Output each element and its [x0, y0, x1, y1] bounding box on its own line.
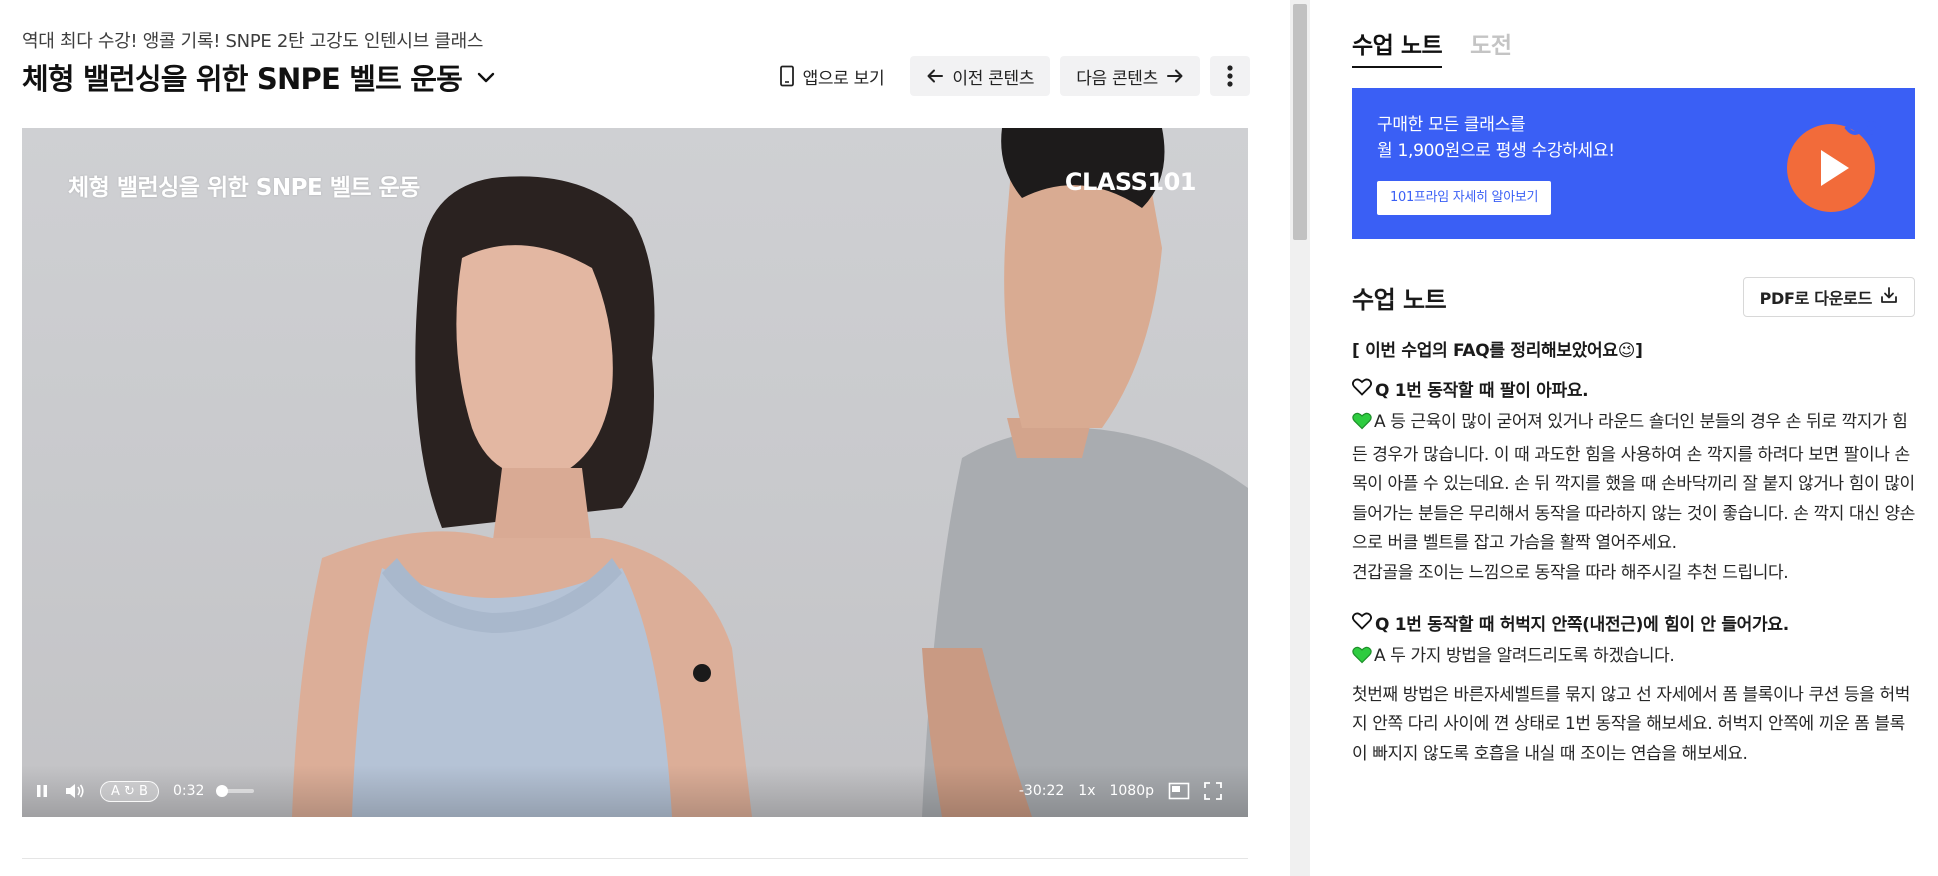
green-heart-icon [1352, 645, 1372, 675]
volume-icon[interactable] [64, 782, 86, 800]
progress-bar[interactable] [216, 785, 255, 797]
fullscreen-icon[interactable] [1204, 782, 1222, 800]
speed-button[interactable]: 1x [1078, 783, 1095, 799]
progress-handle[interactable] [216, 785, 229, 797]
next-content-label: 다음 콘텐츠 [1076, 68, 1158, 89]
video-player[interactable]: 체형 밸런싱을 위한 SNPE 벨트 운동 CLASS101 A ↻ B 0:3… [22, 128, 1248, 817]
banner-line-1: 구매한 모든 클래스를 [1377, 115, 1526, 135]
quality-button[interactable]: 1080p [1109, 783, 1154, 799]
prime-details-button[interactable]: 101프라임 자세히 알아보기 [1377, 181, 1552, 215]
green-heart-icon [1352, 411, 1372, 441]
main-scrollbar[interactable] [1290, 0, 1310, 876]
app-view-button[interactable]: 앱으로 보기 [763, 56, 901, 96]
class101-logo: CLASS101 [1064, 168, 1197, 196]
faq-question: Q 1번 동작할 때 팔이 아파요. [1352, 374, 1915, 408]
faq-question-text: Q 1번 동작할 때 팔이 아파요. [1375, 381, 1589, 401]
lesson-title-row[interactable]: 체형 밸런싱을 위한 SNPE 벨트 운동 [22, 56, 498, 98]
picture-in-picture-icon[interactable] [1168, 782, 1190, 800]
faq-intro: [ 이번 수업의 FAQ를 정리해보았어요😉] [1352, 341, 1643, 361]
video-caption: 체형 밸런싱을 위한 SNPE 벨트 운동 [68, 175, 420, 201]
video-controls: A ↻ B 0:32 -30:22 1x 1080p [22, 765, 1248, 817]
download-icon [1880, 286, 1898, 308]
arrow-left-icon [926, 67, 944, 85]
prime-promo-banner[interactable]: 구매한 모든 클래스를 월 1,900원으로 평생 수강하세요! 101프라임 … [1352, 88, 1915, 239]
tab-class-notes[interactable]: 수업 노트 [1352, 26, 1443, 68]
ab-repeat-button[interactable]: A ↻ B [100, 780, 159, 802]
notes-header: 수업 노트 PDF로 다운로드 [1352, 276, 1915, 318]
faq-answer-extra: 첫번째 방법은 바른자세벨트를 묶지 않고 선 자세에서 폼 블록이나 쿠션 등… [1352, 684, 1910, 764]
faq-answer-extra: 견갑골을 조이는 느낌으로 동작을 따라 해주시길 추천 드립니다. [1352, 562, 1789, 583]
content-divider [22, 858, 1248, 859]
faq-question-text: Q 1번 동작할 때 허벅지 안쪽(내전근)에 힘이 안 들어가요. [1375, 615, 1789, 635]
next-content-button[interactable]: 다음 콘텐츠 [1060, 56, 1200, 96]
phone-icon [779, 65, 795, 87]
faq-answer-text: A 두 가지 방법을 알려드리도록 하겠습니다. [1374, 646, 1675, 666]
more-options-button[interactable] [1210, 56, 1250, 96]
banner-line-2: 월 1,900원으로 평생 수강하세요! [1377, 141, 1615, 161]
notes-title: 수업 노트 [1352, 285, 1447, 314]
video-frame-image [292, 128, 1248, 817]
tab-challenge[interactable]: 도전 [1470, 26, 1512, 68]
faq-answer-text: A 등 근육이 많이 굳어져 있거나 라운드 숄더인 분들의 경우 손 뒤로 깍… [1352, 412, 1915, 553]
prev-content-label: 이전 콘텐츠 [952, 68, 1035, 89]
more-vertical-icon [1227, 65, 1233, 87]
remaining-time: -30:22 [1018, 783, 1065, 799]
course-name[interactable]: 역대 최다 수강! 앵콜 기록! SNPE 2탄 고강도 인텐시브 클래스 [22, 27, 483, 53]
play-infinity-icon [1787, 121, 1882, 212]
panel-tabs: 수업 노트 도전 [1352, 26, 1512, 68]
prev-content-button[interactable]: 이전 콘텐츠 [910, 56, 1051, 96]
current-time: 0:32 [172, 783, 205, 799]
pdf-download-label: PDF로 다운로드 [1759, 289, 1873, 308]
pause-icon[interactable] [34, 783, 50, 799]
heart-outline-icon [1352, 608, 1372, 642]
heart-outline-icon [1352, 374, 1372, 408]
pdf-download-button[interactable]: PDF로 다운로드 [1742, 277, 1915, 317]
chevron-down-icon[interactable] [474, 65, 498, 89]
arrow-right-icon [1166, 67, 1184, 85]
faq-question: Q 1번 동작할 때 허벅지 안쪽(내전근)에 힘이 안 들어가요. [1352, 608, 1915, 642]
notes-body: [ 이번 수업의 FAQ를 정리해보았어요😉] Q 1번 동작할 때 팔이 아파… [1352, 334, 1915, 769]
lesson-main: 역대 최다 수강! 앵콜 기록! SNPE 2탄 고강도 인텐시브 클래스 체형… [0, 0, 1290, 876]
faq-answer: A 두 가지 방법을 알려드리도록 하겠습니다. [1352, 642, 1915, 675]
lesson-toolbar: 앱으로 보기 이전 콘텐츠 다음 콘텐츠 [763, 56, 1250, 96]
app-view-label: 앱으로 보기 [802, 68, 885, 89]
banner-text: 구매한 모든 클래스를 월 1,900원으로 평생 수강하세요! [1377, 112, 1615, 164]
scrollbar-thumb[interactable] [1293, 4, 1307, 240]
lesson-title[interactable]: 체형 밸런싱을 위한 SNPE 벨트 운동 [22, 56, 463, 98]
faq-answer: A 등 근육이 많이 굳어져 있거나 라운드 숄더인 분들의 경우 손 뒤로 깍… [1352, 408, 1915, 559]
side-panel: 수업 노트 도전 구매한 모든 클래스를 월 1,900원으로 평생 수강하세요… [1310, 0, 1938, 876]
